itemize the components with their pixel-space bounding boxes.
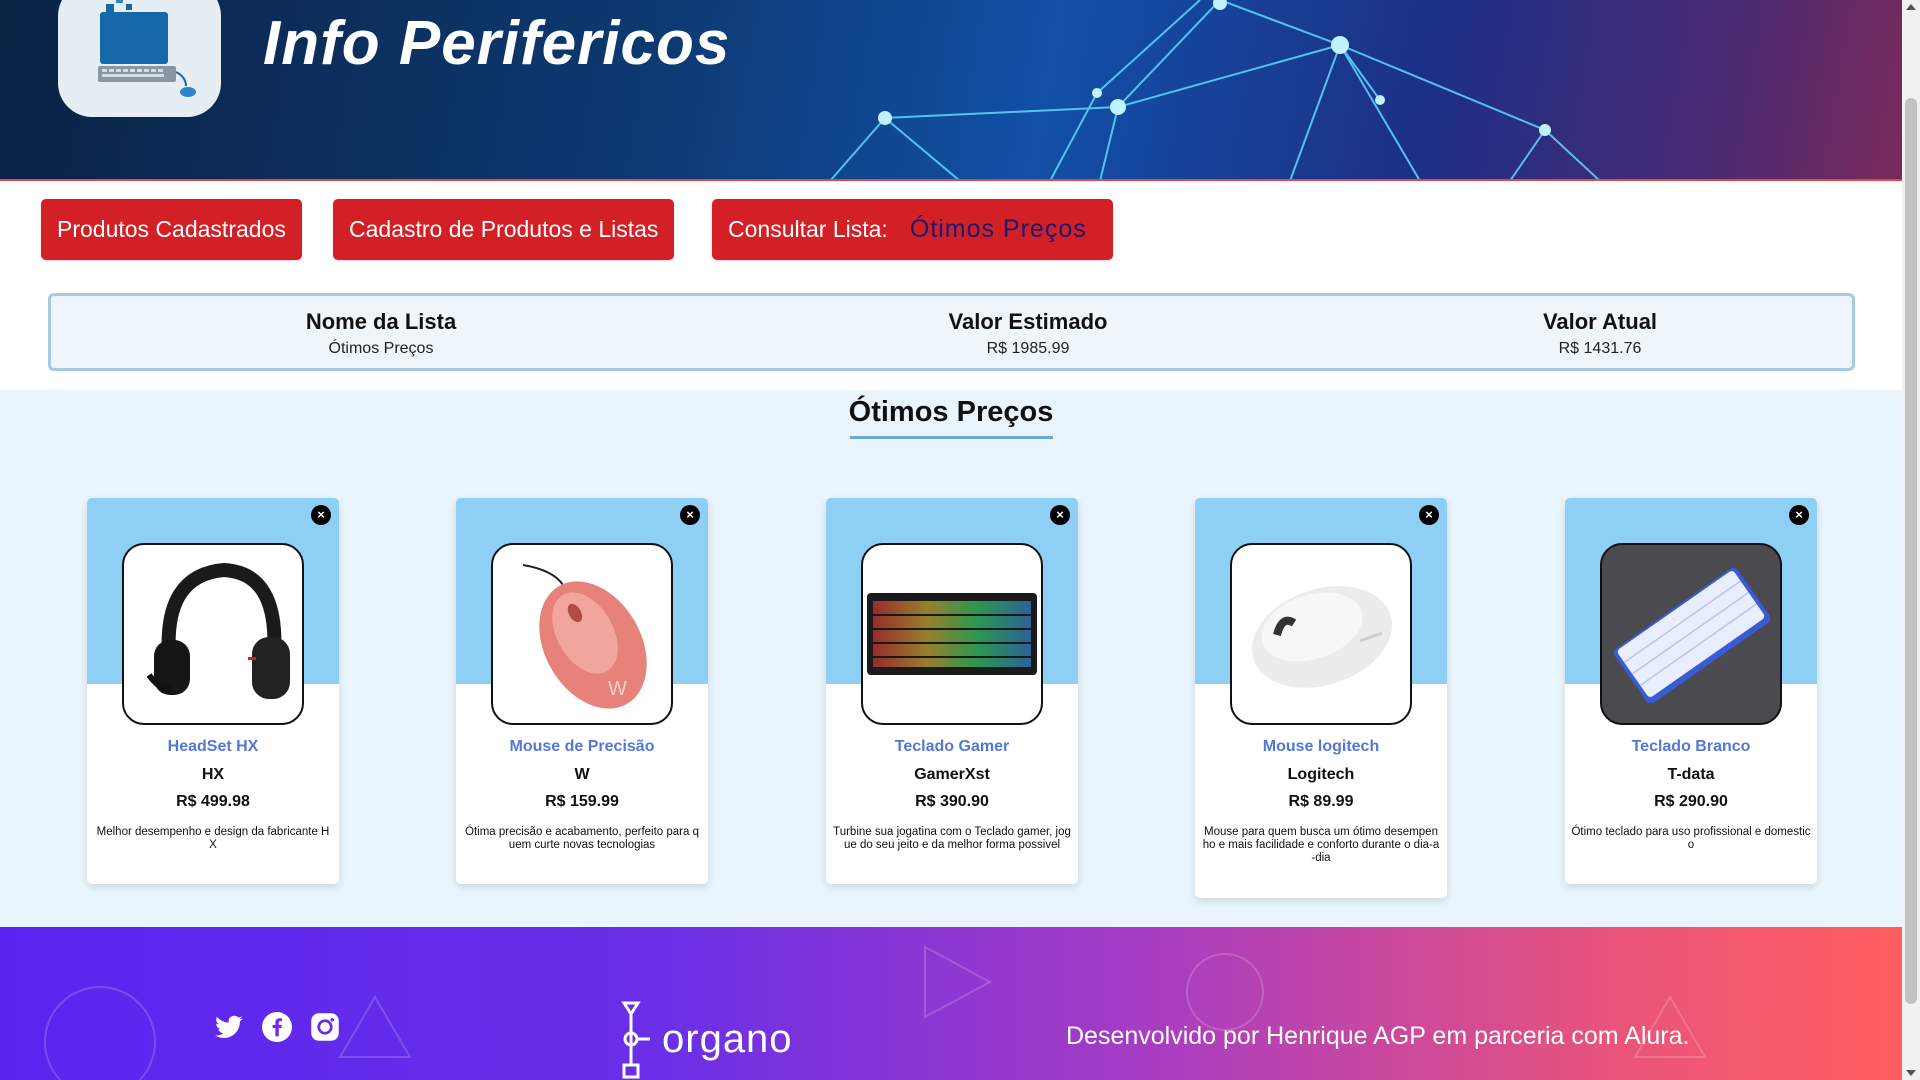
site-title: Info Perifericos xyxy=(263,9,731,78)
organo-wordmark: organo xyxy=(662,1016,793,1061)
summary-estimated-header: Valor Estimado xyxy=(948,309,1108,334)
remove-product-button[interactable]: × xyxy=(1050,505,1070,525)
mouse-icon xyxy=(1230,543,1412,725)
keyboard-icon xyxy=(1600,543,1782,725)
page-scrollbar[interactable] xyxy=(1902,0,1920,1080)
remove-product-button[interactable]: × xyxy=(1789,505,1809,525)
product-name: Mouse de Precisão xyxy=(509,738,655,755)
product-description: Turbine sua jogatina com o Teclado gamer… xyxy=(833,826,1071,851)
keyboard-icon xyxy=(861,543,1043,725)
organo-brand: organo xyxy=(620,999,793,1079)
product-description: Mouse para quem busca um ótimo desempenh… xyxy=(1202,826,1440,864)
product-card: × Teclado Gamer GamerXst R$ 390.90 Turbi… xyxy=(826,498,1078,884)
title-underline xyxy=(850,436,1053,439)
social-links xyxy=(214,1012,340,1042)
consult-list-control[interactable]: Consultar Lista: Ótimos Preços xyxy=(712,199,1113,260)
facebook-icon[interactable] xyxy=(262,1012,292,1042)
product-name: Mouse logitech xyxy=(1262,738,1380,755)
summary-current: Valor Atual R$ 1431.76 xyxy=(1400,309,1800,358)
list-summary: Nome da Lista Ótimos Preços Valor Estima… xyxy=(48,293,1855,371)
product-card: × Teclado Branco T-data R$ 290.90 Ótimo … xyxy=(1565,498,1817,884)
product-price: R$ 390.90 xyxy=(915,793,989,810)
scrollbar-thumb[interactable] xyxy=(1905,98,1917,1004)
products-button[interactable]: Produtos Cadastrados xyxy=(41,199,302,260)
scroll-up-icon[interactable] xyxy=(1906,4,1916,10)
remove-product-button[interactable]: × xyxy=(1419,505,1439,525)
mouse-icon: W xyxy=(491,543,673,725)
product-card: × HeadSet HX HX R$ 499.98 Melhor desempe… xyxy=(87,498,339,884)
product-name: Teclado Branco xyxy=(1631,738,1751,755)
summary-estimated: Valor Estimado R$ 1985.99 xyxy=(828,309,1228,358)
consult-list-label: Consultar Lista: xyxy=(728,216,888,242)
svg-text:W: W xyxy=(608,678,627,700)
product-list-section: Ótimos Preços × HeadSet HX HX R$ 499.98 … xyxy=(0,390,1902,927)
summary-current-value: R$ 1431.76 xyxy=(1558,340,1642,357)
scroll-down-icon[interactable] xyxy=(1906,1070,1916,1076)
instagram-icon[interactable] xyxy=(310,1012,340,1042)
summary-name-value: Ótimos Preços xyxy=(328,340,434,357)
product-description: Melhor desempenho e design da fabricante… xyxy=(96,826,330,851)
footer-credits: Desenvolvido por Henrique AGP em parceri… xyxy=(1066,1022,1690,1050)
remove-product-button[interactable]: × xyxy=(680,505,700,525)
twitter-icon[interactable] xyxy=(214,1012,244,1042)
product-card: × Mouse logitech Logitech R$ 89.99 Mouse… xyxy=(1195,498,1447,898)
organo-logo-icon xyxy=(621,1001,650,1079)
product-brand: Logitech xyxy=(1287,766,1355,783)
header-banner: Info Perifericos xyxy=(0,0,1902,181)
summary-name-header: Nome da Lista xyxy=(305,309,457,334)
product-brand: T-data xyxy=(1667,766,1715,783)
product-name: HeadSet HX xyxy=(167,738,259,755)
headset-icon xyxy=(122,543,304,725)
computer-logo-icon xyxy=(98,0,196,97)
list-title: Ótimos Preços xyxy=(848,396,1054,428)
summary-estimated-value: R$ 1985.99 xyxy=(986,340,1070,357)
product-description: Ótimo teclado para uso profissional e do… xyxy=(1571,826,1811,851)
product-description: Ótima precisão e acabamento, perfeito pa… xyxy=(465,826,699,851)
product-brand: HX xyxy=(201,766,225,783)
summary-current-header: Valor Atual xyxy=(1542,309,1658,334)
product-price: R$ 159.99 xyxy=(545,793,619,810)
product-brand: GamerXst xyxy=(914,766,990,783)
product-card: × W Mouse de Precisão W R$ 159.99 Ótima … xyxy=(456,498,708,884)
register-button[interactable]: Cadastro de Produtos e Listas xyxy=(333,199,675,260)
remove-product-button[interactable]: × xyxy=(311,505,331,525)
product-name: Teclado Gamer xyxy=(894,738,1010,755)
footer: organo Desenvolvido por Henrique AGP em … xyxy=(0,927,1902,1080)
product-price: R$ 89.99 xyxy=(1288,793,1354,810)
product-brand: W xyxy=(574,766,590,783)
footer-decoration xyxy=(44,945,1707,1080)
product-price: R$ 290.90 xyxy=(1654,793,1728,810)
list-select[interactable]: Ótimos Preços xyxy=(910,215,1087,244)
product-price: R$ 499.98 xyxy=(176,793,250,810)
site-logo[interactable] xyxy=(58,0,221,117)
summary-name: Nome da Lista Ótimos Preços xyxy=(181,309,581,358)
